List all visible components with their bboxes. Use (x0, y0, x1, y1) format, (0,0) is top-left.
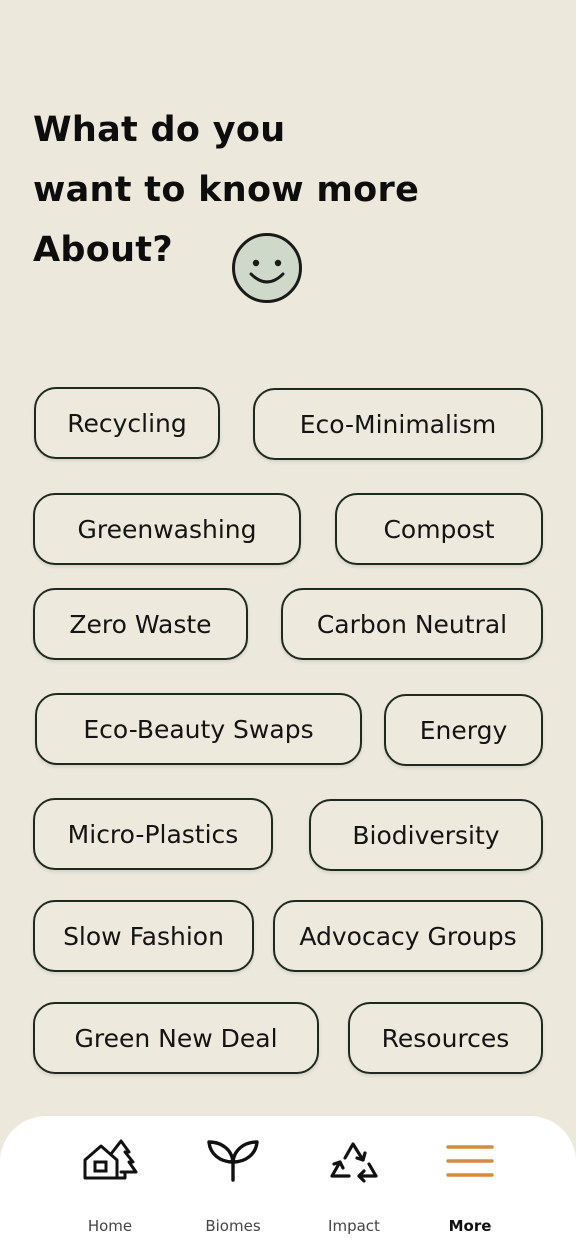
topic-chip-zero-waste[interactable]: Zero Waste (33, 588, 248, 660)
topic-chip-recycling[interactable]: Recycling (34, 387, 220, 459)
title-line-2: want to know more (33, 170, 420, 210)
tab-label-impact: Impact (328, 1217, 380, 1235)
tab-label-more: More (448, 1217, 492, 1235)
smiley-face-icon (232, 233, 302, 303)
topic-chip-greenwashing[interactable]: Greenwashing (33, 493, 301, 565)
topic-chip-energy[interactable]: Energy (384, 694, 543, 766)
tab-label-home: Home (87, 1217, 133, 1235)
tab-more[interactable]: More (415, 1138, 525, 1235)
topic-chip-eco-minimalism[interactable]: Eco-Minimalism (253, 388, 543, 460)
topic-chip-advocacy-groups[interactable]: Advocacy Groups (273, 900, 543, 972)
topic-chip-micro-plastics[interactable]: Micro-Plastics (33, 798, 273, 870)
topic-chip-compost[interactable]: Compost (335, 493, 543, 565)
topic-chip-resources[interactable]: Resources (348, 1002, 543, 1074)
topic-chip-biodiversity[interactable]: Biodiversity (309, 799, 543, 871)
tab-impact[interactable]: Impact (299, 1138, 409, 1235)
recycle-icon (330, 1142, 378, 1183)
topic-chip-carbon-neutral[interactable]: Carbon Neutral (281, 588, 543, 660)
tab-home[interactable]: Home (55, 1138, 165, 1235)
topics-screen: What do you want to know more About? Rec… (0, 0, 576, 1248)
title-line-1: What do you (33, 110, 286, 150)
home-icon (83, 1139, 138, 1180)
tab-label-biomes: Biomes (205, 1217, 261, 1235)
sprout-icon (207, 1140, 259, 1182)
tab-biomes[interactable]: Biomes (178, 1138, 288, 1235)
topic-chip-eco-beauty-swaps[interactable]: Eco-Beauty Swaps (35, 693, 362, 765)
menu-icon (446, 1145, 494, 1177)
bottom-tab-bar: Home Biomes Impact More (0, 1116, 576, 1248)
topic-chip-slow-fashion[interactable]: Slow Fashion (33, 900, 254, 972)
topic-chip-green-new-deal[interactable]: Green New Deal (33, 1002, 319, 1074)
